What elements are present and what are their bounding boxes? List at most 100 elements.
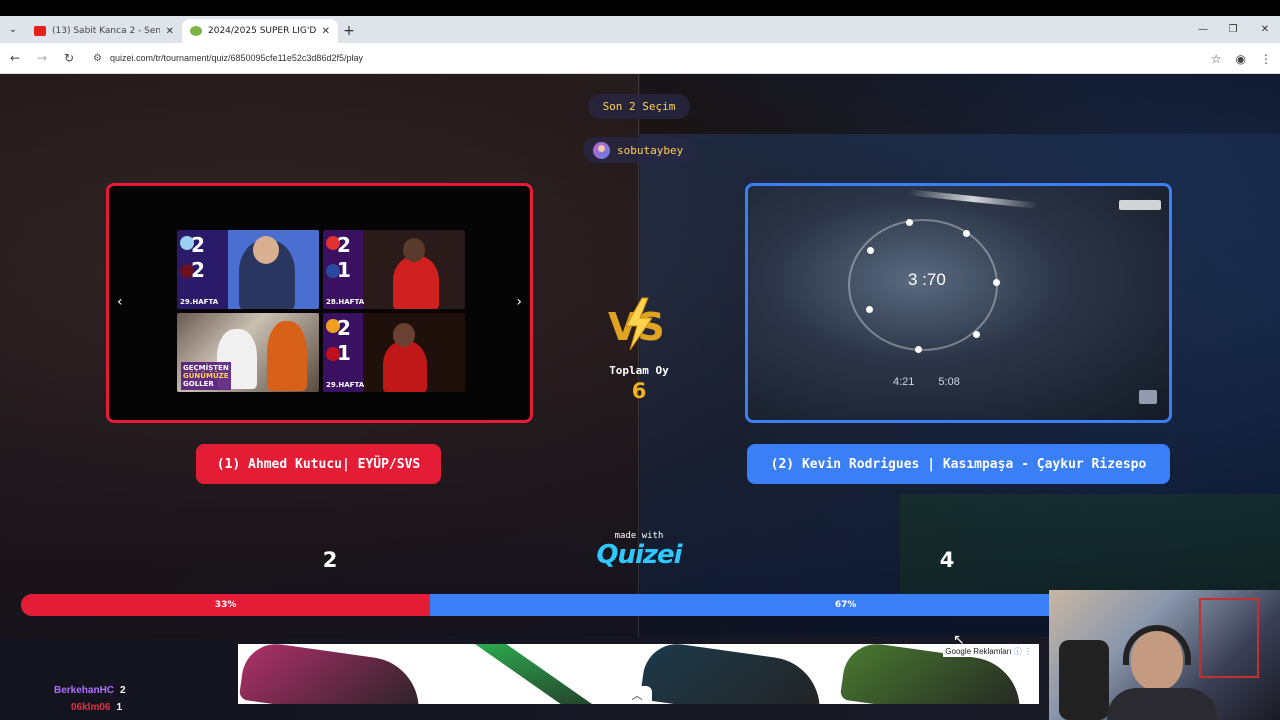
webcam-person-body xyxy=(1107,688,1217,720)
tab-title: 2024/2025 SÜPER LİG'DE ATILM xyxy=(208,26,316,36)
arrow-left-icon: ← xyxy=(9,51,21,65)
mouse-cursor-icon: ↖ xyxy=(953,632,965,648)
glove-image xyxy=(639,644,826,704)
tab-strip: ⌄ (13) Sabit Kanca 2 - Sensin Ada ✕ 2024… xyxy=(0,16,1280,43)
chevron-down-icon: ⌄ xyxy=(8,24,18,35)
total-votes-value: 6 xyxy=(631,379,647,403)
plus-icon: + xyxy=(343,23,355,39)
ad-label-text: Google Reklamları xyxy=(945,647,1012,656)
score: 1 xyxy=(337,258,351,282)
tab-quiz[interactable]: 2024/2025 SÜPER LİG'DE ATILM ✕ xyxy=(182,19,338,43)
chevron-left-icon[interactable]: ‹ xyxy=(117,294,123,310)
star-icon[interactable]: ☆ xyxy=(1211,52,1222,66)
site-favicon-icon xyxy=(190,26,202,36)
back-button[interactable]: ← xyxy=(3,46,27,70)
avatar xyxy=(593,141,610,159)
new-tab-button[interactable]: + xyxy=(338,19,360,43)
close-icon[interactable]: ✕ xyxy=(322,26,330,37)
info-icon[interactable]: ⓘ ⋮ xyxy=(1014,647,1032,656)
vote-left-button[interactable]: (1) Ahmed Kutucu| EYÜP/SVS xyxy=(196,444,441,484)
promo-line: GOLLER xyxy=(183,380,214,388)
address-bar-row: ← → ↻ ⚙ quizei.com/tr/tournament/quiz/68… xyxy=(0,43,1280,74)
timer-text: 3 :70 xyxy=(908,270,946,289)
thumbnail: 2 1 28.HAFTA xyxy=(323,230,465,309)
option-left-card[interactable]: ‹ › 2 2 29.HAFTA 2 1 28.HAFTA GEÇMİŞTEN … xyxy=(106,183,533,423)
ring-dot xyxy=(866,306,873,313)
ad-product[interactable] xyxy=(438,644,638,704)
glove-image xyxy=(238,644,426,704)
chevron-right-icon[interactable]: › xyxy=(516,294,522,310)
leaderboard-value: 2 xyxy=(120,685,126,696)
thumbnail: 2 1 29.HAFTA xyxy=(323,313,465,392)
week-label: 29.HAFTA xyxy=(326,381,365,389)
time-readout: 4:21 xyxy=(893,376,915,388)
ring-dot xyxy=(963,230,970,237)
leaderboard: BerkehanHC 2 06klm06 1 xyxy=(54,682,126,716)
ring-dot xyxy=(993,279,1000,286)
reload-icon: ↻ xyxy=(63,51,75,65)
close-window-button[interactable]: ✕ xyxy=(1250,16,1280,43)
channel-logo xyxy=(1139,390,1157,404)
ring-dot xyxy=(906,219,913,226)
week-label: 28.HAFTA xyxy=(326,298,365,306)
youtube-icon xyxy=(34,26,46,36)
score: 1 xyxy=(337,341,351,365)
left-vote-count: 2 xyxy=(322,548,338,572)
vote-right-button[interactable]: (2) Kevin Rodrigues | Kasımpaşa - Çaykur… xyxy=(747,444,1170,484)
round-label: Son 2 Seçim xyxy=(588,94,690,119)
vs-icon: VS xyxy=(608,297,665,351)
chevron-up-icon: ︿ xyxy=(631,689,643,702)
ring-dot xyxy=(867,247,874,254)
minimize-button[interactable]: — xyxy=(1188,16,1218,43)
person-image xyxy=(383,341,427,392)
score: 2 xyxy=(337,233,351,257)
leaderboard-value: 1 xyxy=(116,702,123,713)
option-right-card[interactable]: 3 :70 4:21 5:08 xyxy=(745,183,1172,423)
headphones-icon xyxy=(1123,625,1191,665)
right-vote-count: 4 xyxy=(939,548,955,572)
webcam-shelf xyxy=(1199,598,1259,678)
person-image xyxy=(267,321,307,391)
forward-button[interactable]: → xyxy=(30,46,54,70)
knife-image xyxy=(453,644,612,704)
leaderboard-row: BerkehanHC 2 xyxy=(54,682,126,699)
profile-icon[interactable]: ◉ xyxy=(1236,52,1246,66)
tab-list-button[interactable]: ⌄ xyxy=(0,16,26,43)
score: 2 xyxy=(337,316,351,340)
ring-dot xyxy=(915,346,922,353)
time-readouts: 4:21 5:08 xyxy=(893,376,960,388)
user-pill: sobutaybey xyxy=(583,137,695,163)
promo-line: GEÇMİŞTEN xyxy=(183,364,229,372)
tune-icon[interactable]: ⚙ xyxy=(93,53,102,64)
score: 2 xyxy=(191,233,205,257)
minimize-icon: — xyxy=(1198,24,1208,35)
person-image xyxy=(393,323,415,347)
arrow-right-icon: → xyxy=(36,51,48,65)
username: sobutaybey xyxy=(617,143,684,157)
screen-top-strip xyxy=(0,0,1280,16)
restore-button[interactable]: ❐ xyxy=(1218,16,1248,43)
tab-youtube[interactable]: (13) Sabit Kanca 2 - Sensin Ada ✕ xyxy=(26,19,182,43)
close-icon[interactable]: ✕ xyxy=(166,26,174,37)
promo-line: GÜNÜMÜZE xyxy=(183,372,229,380)
promo-text: GEÇMİŞTEN GÜNÜMÜZE GOLLER xyxy=(181,362,231,390)
thumbnail: GEÇMİŞTEN GÜNÜMÜZE GOLLER xyxy=(177,313,319,392)
thumbnail-grid: 2 2 29.HAFTA 2 1 28.HAFTA GEÇMİŞTEN GÜNÜ… xyxy=(177,230,465,392)
ad-product[interactable] xyxy=(639,644,839,704)
reload-button[interactable]: ↻ xyxy=(57,46,81,70)
ring-dot xyxy=(973,331,980,338)
leaderboard-name: BerkehanHC xyxy=(54,685,115,696)
ad-collapse-button[interactable]: ︿ xyxy=(622,686,652,704)
ad-product[interactable] xyxy=(238,644,438,704)
leaderboard-name: 06klm06 xyxy=(71,702,111,713)
url-field[interactable]: ⚙ quizei.com/tr/tournament/quiz/6850095c… xyxy=(93,53,363,64)
total-votes-label: Toplam Oy xyxy=(609,364,669,377)
week-label: 29.HAFTA xyxy=(180,298,219,306)
quizei-logo[interactable]: Quizei xyxy=(592,540,686,570)
restore-icon: ❐ xyxy=(1228,24,1238,35)
person-image xyxy=(393,256,439,309)
kebab-icon[interactable]: ⋮ xyxy=(1260,52,1272,66)
webcam-chair xyxy=(1059,640,1109,720)
channel-logo xyxy=(1119,200,1161,210)
light-beam xyxy=(908,189,1038,209)
